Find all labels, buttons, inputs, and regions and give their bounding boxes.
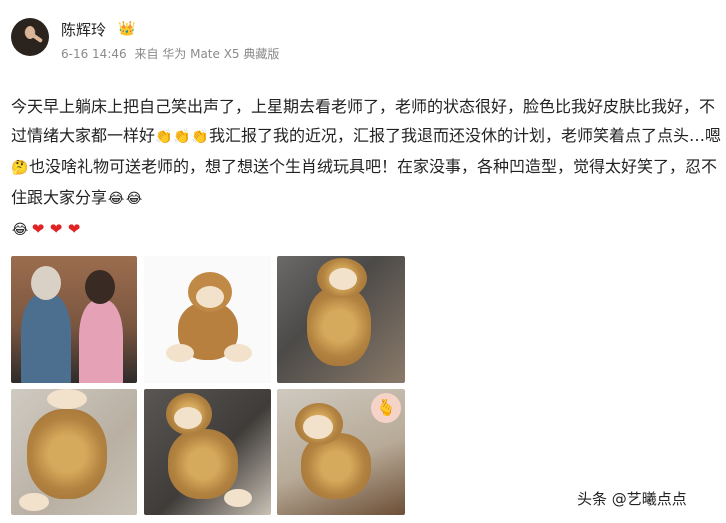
laugh-emoji-icon: 😂: [107, 191, 125, 207]
monkey-foot: [166, 344, 194, 362]
avatar-arm: [30, 32, 44, 44]
monkey-foot: [224, 344, 252, 362]
photo-plush-monkey-sofa[interactable]: [277, 256, 405, 383]
post-body: 今天早上躺床上把自己笑出声了，上星期去看老师了，老师的状态很好，脸色比我好皮肤比…: [11, 92, 723, 245]
heart-icon: ❤: [31, 220, 45, 238]
post-date[interactable]: 6-16 14:46: [61, 47, 127, 61]
monkey-face: [303, 415, 333, 439]
post-header: 陈辉玲 👑 6-16 14:46 来自 华为 Mate X5 典藏版: [11, 18, 411, 62]
person-right: [79, 300, 123, 383]
post-source: 来自 华为 Mate X5 典藏版: [134, 47, 280, 61]
monkey-body: [307, 286, 371, 366]
monkey-body: [168, 429, 238, 499]
monkey-face: [196, 286, 224, 308]
clap-emoji-icon: 👏: [191, 129, 209, 145]
monkey-body: [27, 409, 107, 499]
photo-two-people[interactable]: [11, 256, 137, 383]
crown-icon: 👑: [118, 21, 136, 37]
person-left-head: [31, 266, 61, 300]
post-text-part2: 我汇报了我的近况，汇报了我退而还没休的计划，老师笑着点了点头…嗯: [209, 126, 722, 145]
laugh-emoji-icon: 😂: [11, 222, 29, 238]
avatar[interactable]: [11, 18, 49, 56]
photo-plush-monkey-pose[interactable]: [144, 389, 271, 515]
person-right-head: [85, 270, 115, 304]
person-left: [21, 294, 71, 383]
thinking-emoji-icon: 🤔: [11, 160, 29, 176]
watermark: 头条 @艺曦点点: [577, 490, 687, 508]
clap-emoji-icon: 👏: [173, 129, 191, 145]
clap-emoji-icon: 👏: [155, 129, 173, 145]
photo-plush-monkey-sticker[interactable]: 🫰: [277, 389, 405, 515]
photo-plush-monkey-lying[interactable]: [11, 389, 137, 515]
heart-icon: ❤: [49, 220, 63, 238]
post-meta: 6-16 14:46 来自 华为 Mate X5 典藏版: [61, 45, 283, 62]
user-name[interactable]: 陈辉玲: [61, 19, 106, 40]
heart-hand-sticker-icon: 🫰: [371, 393, 401, 423]
monkey-foot: [19, 493, 49, 511]
monkey-face: [329, 268, 357, 290]
monkey-face: [174, 407, 202, 429]
monkey-foot: [224, 489, 252, 507]
heart-icon: ❤: [67, 220, 81, 238]
laugh-emoji-icon: 😂: [125, 191, 143, 207]
monkey-face: [47, 389, 87, 409]
photo-plush-monkey[interactable]: [144, 256, 271, 383]
